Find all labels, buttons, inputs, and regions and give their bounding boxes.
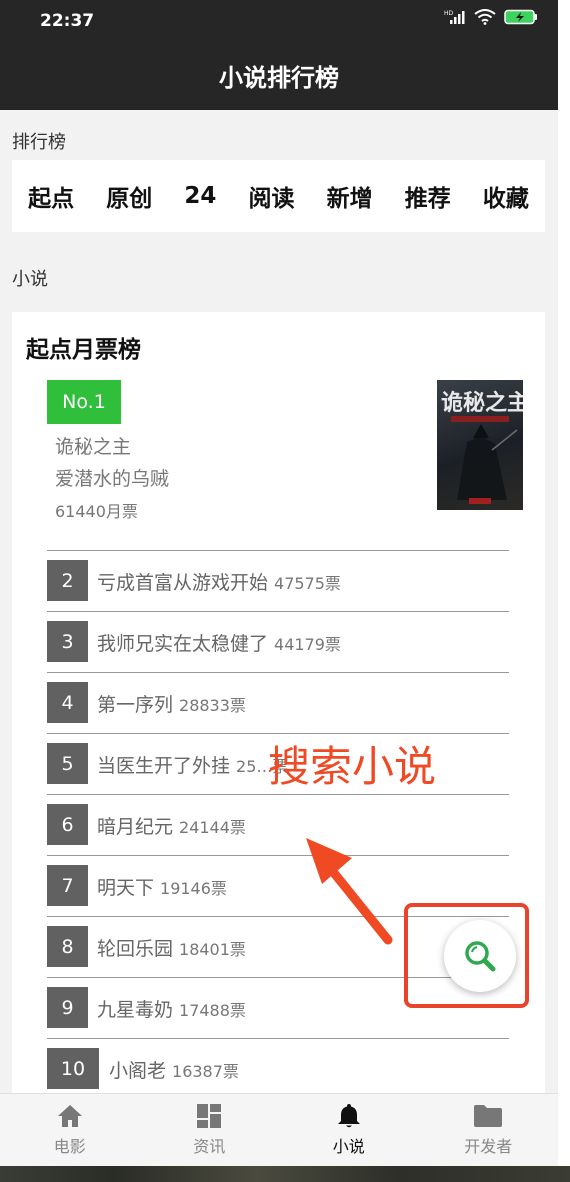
nav-item-novel[interactable]: 小说 <box>279 1094 419 1166</box>
nav-item-news[interactable]: 资讯 <box>140 1094 280 1166</box>
status-bar: 22:37 HD <box>0 0 558 40</box>
rank-tab-recommend[interactable]: 推荐 <box>401 179 455 213</box>
rank-tab-bar: 起点 原创 24 阅读 新增 推荐 收藏 <box>12 160 545 232</box>
ranking-title: 起点月票榜 <box>26 337 141 363</box>
rank-section-label: 排行榜 <box>12 132 66 153</box>
rank-tab-new[interactable]: 新增 <box>323 179 377 213</box>
nav-label: 电影 <box>53 1137 86 1156</box>
list-item[interactable]: 2 亏成首富从游戏开始 47575票 <box>47 550 509 611</box>
rank-number: 2 <box>47 560 88 601</box>
book-votes: 17488票 <box>179 1001 246 1020</box>
rank-tab-favorite[interactable]: 收藏 <box>479 179 533 213</box>
rank-tab-original[interactable]: 原创 <box>102 179 156 213</box>
rank-tab-24[interactable]: 24 <box>180 183 220 209</box>
top-book-votes: 61440月票 <box>55 502 138 521</box>
book-cover-art: 诡秘之主 <box>441 390 523 504</box>
rank-number: 7 <box>47 865 88 906</box>
signal-icon: HD <box>444 10 465 24</box>
list-item[interactable]: 6 暗月纪元 24144票 <box>47 794 509 855</box>
nav-label: 小说 <box>332 1137 365 1156</box>
book-title: 明天下 19146票 <box>97 877 227 899</box>
status-icons: HD <box>444 9 538 25</box>
rank-number: 3 <box>47 621 88 662</box>
rank-badge-no1: No.1 <box>47 380 121 424</box>
book-title: 暗月纪元 24144票 <box>97 816 246 838</box>
home-icon <box>57 1105 82 1127</box>
nav-label: 资讯 <box>193 1137 226 1156</box>
rank-number: 5 <box>47 743 88 784</box>
background-strip <box>0 1166 570 1182</box>
book-title: 小阁老 16387票 <box>109 1060 239 1082</box>
nav-item-movie[interactable]: 电影 <box>0 1094 140 1166</box>
book-title: 第一序列 28833票 <box>97 694 246 716</box>
book-votes: 44179票 <box>274 635 341 654</box>
list-item[interactable]: 4 第一序列 28833票 <box>47 672 509 733</box>
book-title: 九星毒奶 17488票 <box>97 999 246 1021</box>
top-book-author: 爱潜水的乌贼 <box>55 468 170 490</box>
rank-tab-qidian[interactable]: 起点 <box>24 179 78 213</box>
app-header: 小说排行榜 <box>0 40 558 110</box>
book-title: 亏成首富从游戏开始 47575票 <box>97 572 341 594</box>
top-book-title[interactable]: 诡秘之主 <box>55 432 131 459</box>
book-title: 轮回乐园 18401票 <box>97 938 246 960</box>
book-votes: 47575票 <box>274 574 341 593</box>
page-title: 小说排行榜 <box>219 63 339 92</box>
phone-screen: 22:37 HD 小说排行榜 排行榜 起点 原创 24 阅读 新增 推荐 收藏 … <box>0 0 558 1166</box>
rank-tab-reading[interactable]: 阅读 <box>245 179 299 213</box>
bell-icon <box>337 1104 360 1128</box>
list-item[interactable]: 10 小阁老 16387票 <box>47 1038 509 1099</box>
nav-label: 开发者 <box>464 1137 513 1156</box>
svg-text:HD: HD <box>444 10 454 17</box>
book-title: 我师兄实在太稳健了 44179票 <box>97 633 341 655</box>
book-votes: 28833票 <box>179 696 246 715</box>
status-time: 22:37 <box>40 11 95 31</box>
search-icon <box>465 941 496 972</box>
dashboard-icon <box>197 1104 222 1128</box>
battery-icon <box>504 9 537 25</box>
folder-icon <box>474 1105 503 1127</box>
list-item[interactable]: 3 我师兄实在太稳健了 44179票 <box>47 611 509 672</box>
rank-number: 8 <box>47 926 88 967</box>
book-cover-image[interactable]: 诡秘之主 <box>437 380 523 510</box>
rank-number: 4 <box>47 682 88 723</box>
nav-item-developer[interactable]: 开发者 <box>419 1094 559 1166</box>
annotation-label: 搜索小说 <box>268 742 437 791</box>
screen-edge <box>558 0 570 1182</box>
book-votes: 19146票 <box>160 879 227 898</box>
wifi-icon <box>474 9 496 25</box>
cover-title: 诡秘之主 <box>441 390 523 416</box>
book-title: 当医生开了外挂 25…票 <box>97 755 289 777</box>
book-votes: 18401票 <box>179 940 246 959</box>
rank-number: 9 <box>47 987 88 1028</box>
bottom-navigation: 电影 资讯 小说 开发者 <box>0 1093 558 1166</box>
book-votes: 16387票 <box>172 1062 239 1081</box>
rank-number: 6 <box>47 804 88 845</box>
novel-section-label: 小说 <box>12 269 48 290</box>
search-fab-button[interactable] <box>444 920 516 992</box>
book-votes: 24144票 <box>179 818 246 837</box>
ranking-list: 2 亏成首富从游戏开始 47575票 3 我师兄实在太稳健了 44179票 4 第一… <box>47 550 509 1099</box>
rank-number: 10 <box>47 1048 99 1089</box>
